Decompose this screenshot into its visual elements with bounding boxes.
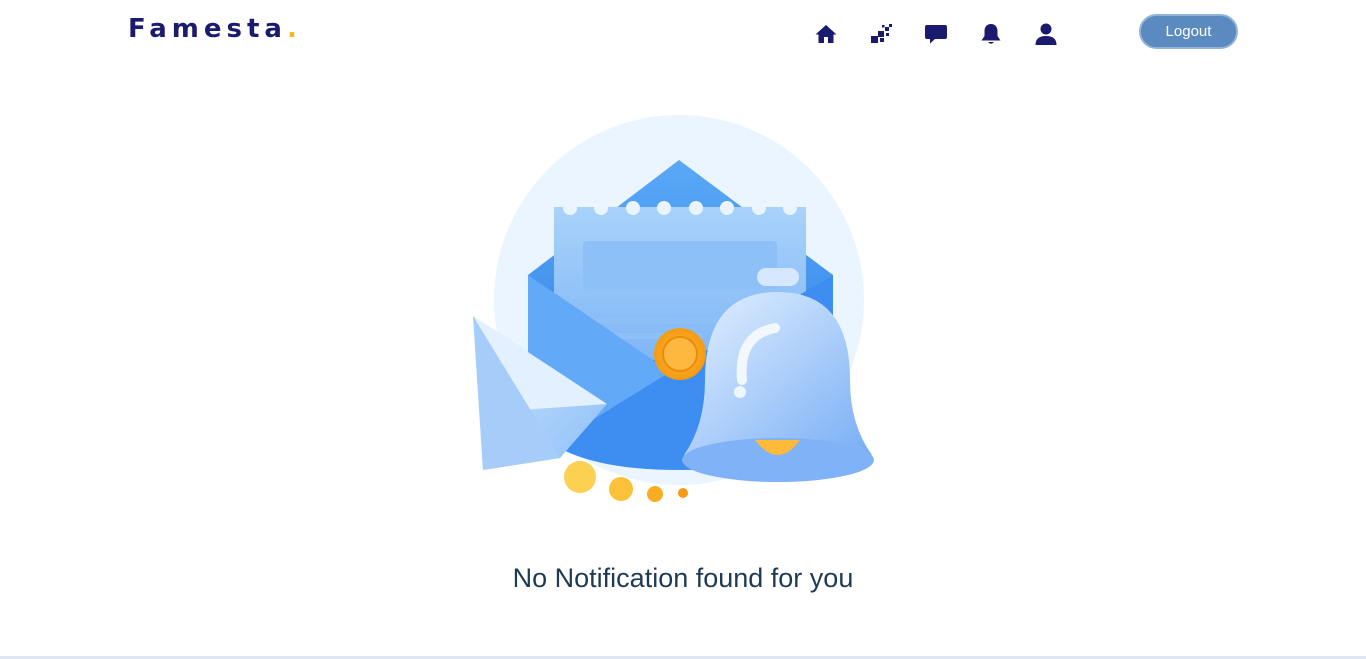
nav-messages[interactable]: [922, 20, 950, 48]
top-header: Famesta. Logout: [0, 0, 1366, 64]
page: Famesta. Logout No Notification found fo…: [0, 0, 1366, 659]
nav-notifications[interactable]: [977, 20, 1005, 48]
brand-logo[interactable]: Famesta.: [128, 14, 302, 44]
grid-icon: [871, 24, 892, 43]
home-icon: [815, 25, 837, 43]
user-icon: [1035, 23, 1057, 45]
empty-notification-illustration: [473, 115, 874, 502]
nav-explore[interactable]: [867, 20, 895, 48]
bell-icon: [981, 24, 1001, 44]
logout-button[interactable]: Logout: [1139, 14, 1238, 49]
brand-dot: .: [286, 14, 302, 44]
nav-profile[interactable]: [1032, 20, 1060, 48]
nav-home[interactable]: [812, 20, 840, 48]
empty-state-message: No Notification found for you: [512, 563, 854, 593]
chat-icon: [925, 25, 947, 44]
brand-name: Famesta: [128, 14, 287, 44]
